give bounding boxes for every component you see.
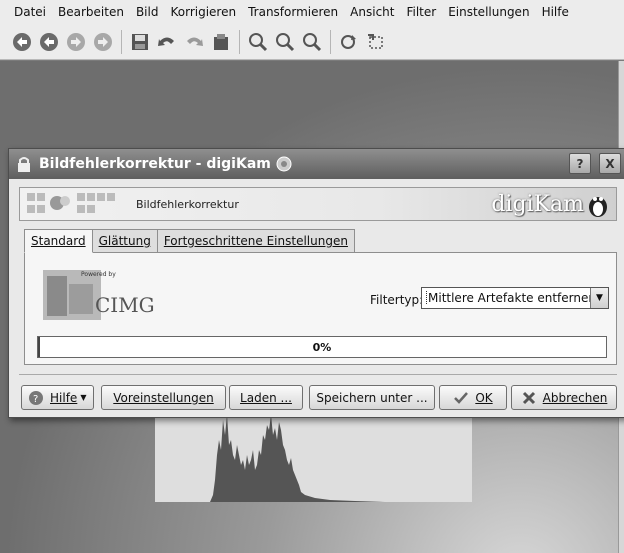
menu-bearbeiten[interactable]: Bearbeiten [52,5,130,19]
tab-glaettung[interactable]: Glättung [91,229,158,252]
menu-bar: Datei Bearbeiten Bild Korrigieren Transf… [0,0,624,24]
tux-icon [589,197,607,217]
lock-icon [18,157,30,172]
menu-filter[interactable]: Filter [400,5,442,19]
progress-bar: 0% [37,336,607,358]
save-icon[interactable] [128,30,152,54]
toolbar-separator [330,29,331,54]
menu-bild[interactable]: Bild [130,5,165,19]
menu-hilfe[interactable]: Hilfe [536,5,575,19]
zoom-in-icon[interactable] [246,30,270,54]
menu-transformieren[interactable]: Transformieren [242,5,344,19]
chevron-down-icon: ▼ [80,393,87,402]
cimg-logo: Powered by CIMG [43,266,165,322]
menu-einstellungen[interactable]: Einstellungen [442,5,535,19]
ok-button[interactable]: OK [439,385,507,410]
svg-text:?: ? [33,394,38,405]
crop-icon[interactable] [364,30,388,54]
dialog-separator [19,374,617,375]
rotate-icon[interactable] [337,30,361,54]
tab-panel-standard: Powered by CIMG Filtertyp: Mittlere Arte… [24,252,617,365]
toolbar [0,24,624,60]
help-button[interactable]: ? Hilfe ▼ [21,385,94,410]
undo-icon[interactable] [155,30,179,54]
nav-back-icon[interactable] [37,30,61,54]
filter-type-label: Filtertyp: [370,293,424,307]
defect-correction-icon [27,193,115,213]
zoom-out-icon[interactable] [273,30,297,54]
digikam-logo: digiKam [491,192,584,217]
dialog-banner: Bildfehlerkorrektur digiKam [19,187,617,221]
close-window-button[interactable]: X [599,153,621,174]
banner-title: Bildfehlerkorrektur [136,198,239,211]
tab-fortgeschrittene-einstellungen[interactable]: Fortgeschrittene Einstellungen [156,229,355,252]
nav-first-icon[interactable] [10,30,34,54]
load-button[interactable]: Laden ... [229,385,303,410]
digikam-app-icon [276,156,292,172]
checkmark-icon [454,391,469,404]
toolbar-separator [239,29,240,54]
nav-forward-icon[interactable] [64,30,88,54]
close-icon [522,391,535,404]
help-window-button[interactable]: ? [569,153,591,174]
menu-korrigieren[interactable]: Korrigieren [164,5,242,19]
help-icon: ? [29,390,43,405]
tab-standard[interactable]: Standard [24,229,93,253]
save-as-button[interactable]: Speichern unter ... [309,385,435,410]
dialog-title-bar[interactable]: Bildfehlerkorrektur - digiKam ? X [9,149,624,179]
dialog-title: Bildfehlerkorrektur - digiKam [39,156,271,172]
redo-icon[interactable] [182,30,206,54]
cancel-button[interactable]: Abbrechen [511,385,617,410]
preview-image [155,410,472,502]
menu-ansicht[interactable]: Ansicht [344,5,400,19]
progress-text: 0% [312,340,332,354]
tab-bar: Standard Glättung Fortgeschrittene Einst… [24,229,355,253]
cimg-text: CIMG [95,293,155,317]
revert-icon[interactable] [209,30,233,54]
defaults-button[interactable]: Voreinstellungen [101,385,226,410]
bildfehlerkorrektur-dialog: Bildfehlerkorrektur - digiKam ? X Bildfe… [8,148,624,418]
filter-type-value: Mittlere Artefakte entfernen [426,291,590,305]
powered-by-text: Powered by [81,271,116,278]
nav-last-icon[interactable] [91,30,115,54]
menu-datei[interactable]: Datei [8,5,52,19]
chevron-down-icon[interactable]: ▼ [590,288,608,308]
zoom-fit-icon[interactable] [300,30,324,54]
toolbar-separator [121,29,122,54]
filter-type-select[interactable]: Mittlere Artefakte entfernen ▼ [421,287,609,309]
